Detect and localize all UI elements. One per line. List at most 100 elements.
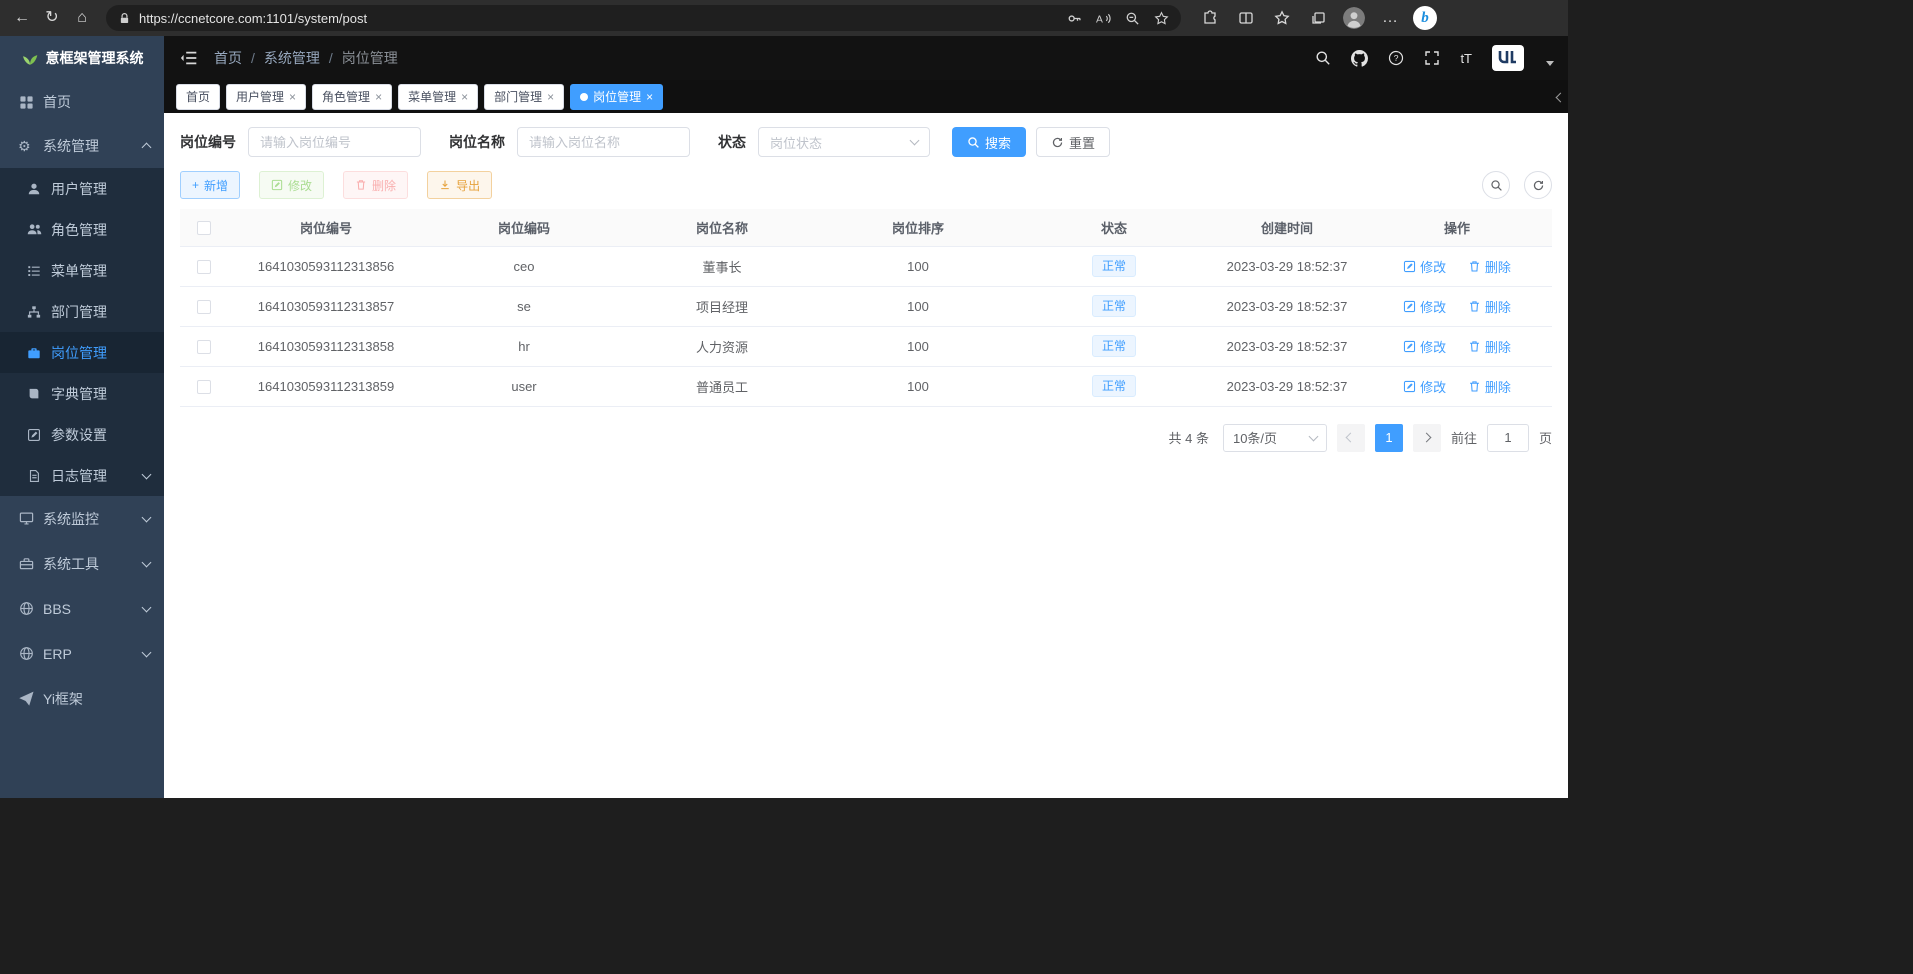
next-page-button[interactable]: [1413, 424, 1441, 452]
sidebar-item-users[interactable]: 用户管理: [0, 168, 164, 209]
url-text[interactable]: https://ccnetcore.com:1101/system/post: [139, 11, 1059, 26]
row-delete-link[interactable]: 删除: [1468, 297, 1511, 316]
post-id-input[interactable]: [248, 127, 421, 157]
sidebar-item-label: 用户管理: [51, 179, 107, 199]
back-icon[interactable]: ←: [8, 4, 36, 32]
sidebar-item-departments[interactable]: 部门管理: [0, 291, 164, 332]
export-button[interactable]: 导出: [427, 171, 492, 199]
profile-avatar[interactable]: [1341, 4, 1367, 32]
cell-post-name: 人力资源: [624, 326, 820, 366]
password-key-icon[interactable]: [1067, 11, 1082, 26]
extensions-icon[interactable]: [1197, 4, 1223, 32]
col-created: 创建时间: [1212, 209, 1362, 246]
close-icon[interactable]: ×: [461, 90, 468, 104]
site-lock-icon[interactable]: [118, 12, 131, 25]
search-button-label: 搜索: [985, 133, 1011, 152]
font-size-icon[interactable]: tT: [1460, 51, 1472, 66]
split-screen-icon[interactable]: [1233, 4, 1259, 32]
search-icon[interactable]: [1315, 50, 1331, 66]
row-edit-link[interactable]: 修改: [1403, 297, 1446, 316]
svg-text:?: ?: [1394, 53, 1399, 63]
delete-button[interactable]: 删除: [343, 171, 408, 199]
goto-page-input[interactable]: [1487, 424, 1529, 452]
breadcrumb-home[interactable]: 首页: [214, 48, 242, 68]
sidebar-item-parameters[interactable]: 参数设置: [0, 414, 164, 455]
edit-icon: [1403, 260, 1416, 273]
row-edit-link[interactable]: 修改: [1403, 377, 1446, 396]
sidebar-item-dictionary[interactable]: 字典管理: [0, 373, 164, 414]
tab-departments[interactable]: 部门管理 ×: [484, 84, 564, 110]
favorites-icon[interactable]: [1269, 4, 1295, 32]
zoom-out-icon[interactable]: [1125, 11, 1140, 26]
refresh-icon[interactable]: ↻: [38, 4, 66, 32]
add-favorite-icon[interactable]: [1154, 11, 1169, 26]
prev-page-button[interactable]: [1337, 424, 1365, 452]
sidebar-item-posts[interactable]: 岗位管理: [0, 332, 164, 373]
chevron-down-icon[interactable]: [1546, 61, 1554, 66]
collections-icon[interactable]: [1305, 4, 1331, 32]
page-number-current[interactable]: 1: [1375, 424, 1403, 452]
read-aloud-icon[interactable]: A: [1096, 11, 1111, 26]
github-icon[interactable]: [1351, 50, 1368, 67]
chevron-up-icon: [142, 143, 152, 153]
breadcrumb-system[interactable]: 系统管理: [264, 48, 320, 68]
row-checkbox[interactable]: [197, 260, 211, 274]
browser-menu-icon[interactable]: …: [1377, 4, 1403, 32]
col-actions: 操作: [1362, 209, 1552, 246]
tab-users[interactable]: 用户管理 ×: [226, 84, 306, 110]
row-checkbox[interactable]: [197, 300, 211, 314]
sidebar-item-erp[interactable]: ERP: [0, 631, 164, 676]
sidebar-item-menus[interactable]: 菜单管理: [0, 250, 164, 291]
row-checkbox[interactable]: [197, 340, 211, 354]
tab-scroll-left-icon[interactable]: [1557, 88, 1564, 106]
row-delete-link[interactable]: 删除: [1468, 377, 1511, 396]
sidebar-item-logs[interactable]: 日志管理: [0, 455, 164, 496]
add-button[interactable]: + 新增: [180, 171, 240, 199]
sidebar-item-tools[interactable]: 系统工具: [0, 541, 164, 586]
edit-button[interactable]: 修改: [259, 171, 324, 199]
address-bar[interactable]: https://ccnetcore.com:1101/system/post A: [106, 5, 1181, 31]
select-all-checkbox[interactable]: [197, 221, 211, 235]
tab-menus[interactable]: 菜单管理 ×: [398, 84, 478, 110]
row-delete-link[interactable]: 删除: [1468, 257, 1511, 276]
app-logo[interactable]: 意框架管理系统: [0, 36, 164, 80]
bing-copilot-icon[interactable]: b: [1413, 6, 1437, 30]
fullscreen-icon[interactable]: [1424, 50, 1440, 66]
cell-post-code: user: [424, 366, 624, 406]
sidebar-item-system[interactable]: ⚙ 系统管理: [0, 124, 164, 168]
refresh-icon: [1051, 136, 1064, 149]
tab-posts-active[interactable]: 岗位管理 ×: [570, 84, 663, 110]
page-content: 岗位编号 岗位名称 状态 岗位状态: [164, 113, 1568, 798]
close-icon[interactable]: ×: [289, 90, 296, 104]
cell-post-name: 项目经理: [624, 286, 820, 326]
sidebar-collapse-icon[interactable]: [178, 49, 200, 67]
post-name-input[interactable]: [517, 127, 690, 157]
user-avatar[interactable]: [1492, 45, 1524, 71]
row-delete-link[interactable]: 删除: [1468, 337, 1511, 356]
status-badge: 正常: [1092, 335, 1136, 357]
sidebar-item-home[interactable]: 首页: [0, 80, 164, 124]
tab-roles[interactable]: 角色管理 ×: [312, 84, 392, 110]
sidebar-item-bbs[interactable]: BBS: [0, 586, 164, 631]
sidebar-item-monitoring[interactable]: 系统监控: [0, 496, 164, 541]
refresh-table-button[interactable]: [1524, 171, 1552, 199]
toggle-search-button[interactable]: [1482, 171, 1510, 199]
help-icon[interactable]: ?: [1388, 50, 1404, 66]
chevron-down-icon: [142, 557, 152, 567]
page-size-select[interactable]: 10条/页: [1223, 424, 1327, 452]
trash-icon: [1468, 260, 1481, 273]
status-select[interactable]: 岗位状态: [758, 127, 930, 157]
search-icon: [1490, 179, 1503, 192]
sidebar-item-roles[interactable]: 角色管理: [0, 209, 164, 250]
row-checkbox[interactable]: [197, 380, 211, 394]
close-icon[interactable]: ×: [375, 90, 382, 104]
close-icon[interactable]: ×: [547, 90, 554, 104]
row-edit-link[interactable]: 修改: [1403, 257, 1446, 276]
close-icon[interactable]: ×: [646, 90, 653, 104]
reset-button[interactable]: 重置: [1036, 127, 1110, 157]
row-edit-link[interactable]: 修改: [1403, 337, 1446, 356]
search-button[interactable]: 搜索: [952, 127, 1026, 157]
tab-home[interactable]: 首页: [176, 84, 220, 110]
sidebar-item-yi-framework[interactable]: Yi框架: [0, 676, 164, 721]
home-icon[interactable]: ⌂: [68, 4, 96, 32]
